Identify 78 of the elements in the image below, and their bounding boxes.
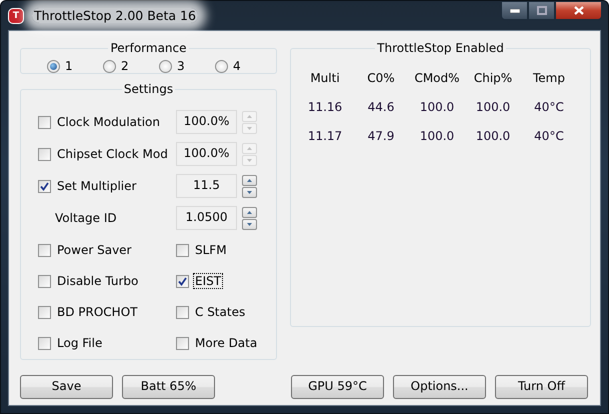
checkbox-label[interactable]: More Data <box>193 335 260 351</box>
table-cell-text: 44.6 <box>366 98 396 116</box>
app-logo: T <box>8 8 24 24</box>
checkbox-label[interactable]: Chipset Clock Mod <box>55 146 170 162</box>
action-button[interactable]: Save <box>20 375 113 399</box>
action-button[interactable]: Batt 65% <box>122 375 215 399</box>
spin-up-button[interactable] <box>242 174 257 186</box>
table-cell-text: 40°C <box>533 98 565 116</box>
checkbox[interactable] <box>38 336 51 350</box>
table-cell-text: 40°C <box>533 128 565 144</box>
table-cell-text: 11.16 <box>306 98 344 116</box>
down-arrow-icon <box>247 190 252 194</box>
checkbox-label[interactable]: EIST <box>193 273 224 289</box>
checkbox[interactable] <box>38 244 51 256</box>
close-icon <box>574 6 584 15</box>
checkbox-label[interactable]: Set Multiplier <box>55 178 138 194</box>
radio-label[interactable]: 3 <box>177 59 185 73</box>
checkbox[interactable] <box>176 336 189 350</box>
column-header: Chip% <box>472 70 514 86</box>
checkbox[interactable] <box>38 274 51 288</box>
checkbox-label[interactable]: C States <box>193 304 248 320</box>
radio-button[interactable] <box>159 60 172 72</box>
radio-button[interactable] <box>47 60 60 72</box>
table-cell-text: 100.0 <box>474 98 512 116</box>
minimize-icon <box>510 8 520 12</box>
checkbox-label[interactable]: Clock Modulation <box>55 114 162 130</box>
table-cell-text: 47.9 <box>366 128 396 144</box>
checkbox-label[interactable]: Log File <box>55 335 104 351</box>
down-arrow-icon <box>247 158 252 162</box>
spin-down-button[interactable] <box>242 186 257 198</box>
table-cell-text: 100.0 <box>418 128 456 144</box>
checkbox-label[interactable]: Power Saver <box>55 242 134 258</box>
group-title: Performance <box>109 41 188 55</box>
column-header: Temp <box>532 70 566 86</box>
minimize-button[interactable] <box>501 1 528 20</box>
table-cell-text: 100.0 <box>474 128 512 144</box>
down-arrow-icon <box>247 222 252 226</box>
checkbox[interactable] <box>38 148 51 160</box>
radio-button[interactable] <box>103 60 116 72</box>
radio-button[interactable] <box>215 60 228 72</box>
up-arrow-icon <box>247 146 252 150</box>
action-button[interactable]: GPU 59°C <box>291 375 384 399</box>
checkbox[interactable] <box>38 306 51 318</box>
down-arrow-icon <box>247 126 252 130</box>
checkbox[interactable] <box>176 306 189 318</box>
table-cell-text: 11.17 <box>306 128 344 144</box>
checkbox-label[interactable]: Disable Turbo <box>55 273 140 289</box>
maximize-button[interactable] <box>528 1 555 20</box>
table-cell-text: 100.0 <box>418 98 456 116</box>
up-arrow-icon <box>247 114 252 118</box>
checkbox-label[interactable]: BD PROCHOT <box>55 304 140 320</box>
field-label: Voltage ID <box>54 211 118 225</box>
checkbox-label[interactable]: SLFM <box>193 242 229 258</box>
checkbox[interactable] <box>38 180 51 192</box>
checkbox[interactable] <box>38 116 51 128</box>
spin-up-button[interactable] <box>242 206 257 218</box>
radio-label[interactable]: 4 <box>233 59 241 73</box>
value-field[interactable]: 1.0500 <box>176 206 237 230</box>
radio-label[interactable]: 2 <box>121 59 129 73</box>
checkbox[interactable] <box>176 274 189 288</box>
column-header: Multi <box>309 70 341 86</box>
column-header: C0% <box>366 70 396 86</box>
value-field[interactable]: 100.0% <box>176 142 237 166</box>
action-button[interactable]: Options... <box>393 375 486 399</box>
group-title: Settings <box>122 82 174 96</box>
action-button[interactable]: Turn Off <box>495 375 588 399</box>
radio-label[interactable]: 1 <box>65 59 73 73</box>
column-header: CMod% <box>413 70 461 86</box>
value-field[interactable]: 100.0% <box>176 110 237 134</box>
spin-down-button[interactable] <box>242 218 257 230</box>
up-arrow-icon <box>247 178 252 182</box>
window-title: ThrottleStop 2.00 Beta 16 <box>32 8 198 23</box>
value-field[interactable]: 11.5 <box>176 174 237 198</box>
maximize-icon <box>536 6 546 15</box>
up-arrow-icon <box>247 210 252 214</box>
group-title: ThrottleStop Enabled <box>376 41 505 55</box>
close-button[interactable] <box>555 1 602 20</box>
checkbox[interactable] <box>176 244 189 256</box>
